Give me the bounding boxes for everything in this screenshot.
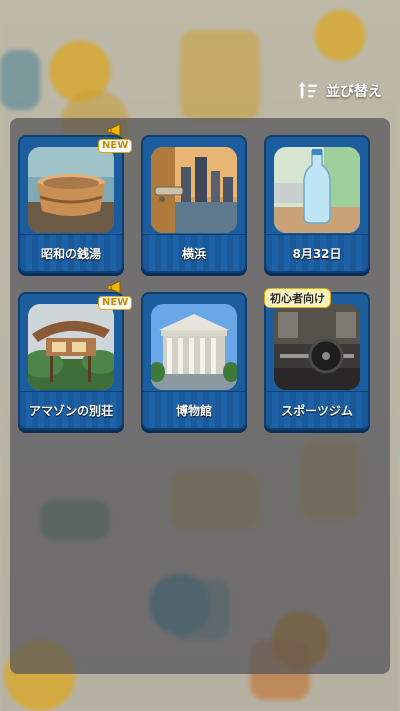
room-card-august-32[interactable]: 8月32日: [264, 135, 370, 273]
room-image-treehouse: [28, 304, 114, 390]
room-grid: NEW 昭和の銭湯 横浜 8月32日 NEW アマゾンの別荘 博物館 初心者向け…: [18, 123, 370, 430]
megaphone-icon: [108, 123, 121, 137]
megaphone-icon: [108, 280, 121, 294]
room-image-door-city: [151, 147, 237, 233]
sort-button[interactable]: 並び替え: [298, 80, 382, 102]
room-card-amazon-villa[interactable]: NEW アマゾンの別荘: [18, 280, 133, 430]
room-image-museum: [151, 304, 237, 390]
new-badge: NEW: [98, 123, 134, 153]
room-label: アマゾンの別荘: [20, 391, 122, 428]
room-label: 昭和の銭湯: [20, 234, 122, 271]
new-badge: NEW: [98, 280, 134, 310]
room-card-yokohama[interactable]: 横浜: [141, 135, 247, 273]
room-card-sports-gym[interactable]: 初心者向け スポーツジム: [264, 288, 370, 430]
room-label: 博物館: [143, 391, 245, 428]
beginner-badge: 初心者向け: [264, 288, 331, 308]
room-image-gym: [274, 304, 360, 390]
room-card-museum[interactable]: 博物館: [141, 292, 247, 430]
room-label: 8月32日: [266, 234, 368, 271]
room-card-showa-sento[interactable]: NEW 昭和の銭湯: [18, 123, 133, 273]
room-label: 横浜: [143, 234, 245, 271]
room-image-bath-bucket: [28, 147, 114, 233]
room-label: スポーツジム: [266, 391, 368, 428]
sort-icon: [298, 81, 318, 99]
room-image-ramune-bottle: [274, 147, 360, 233]
sort-label: 並び替え: [326, 84, 382, 100]
